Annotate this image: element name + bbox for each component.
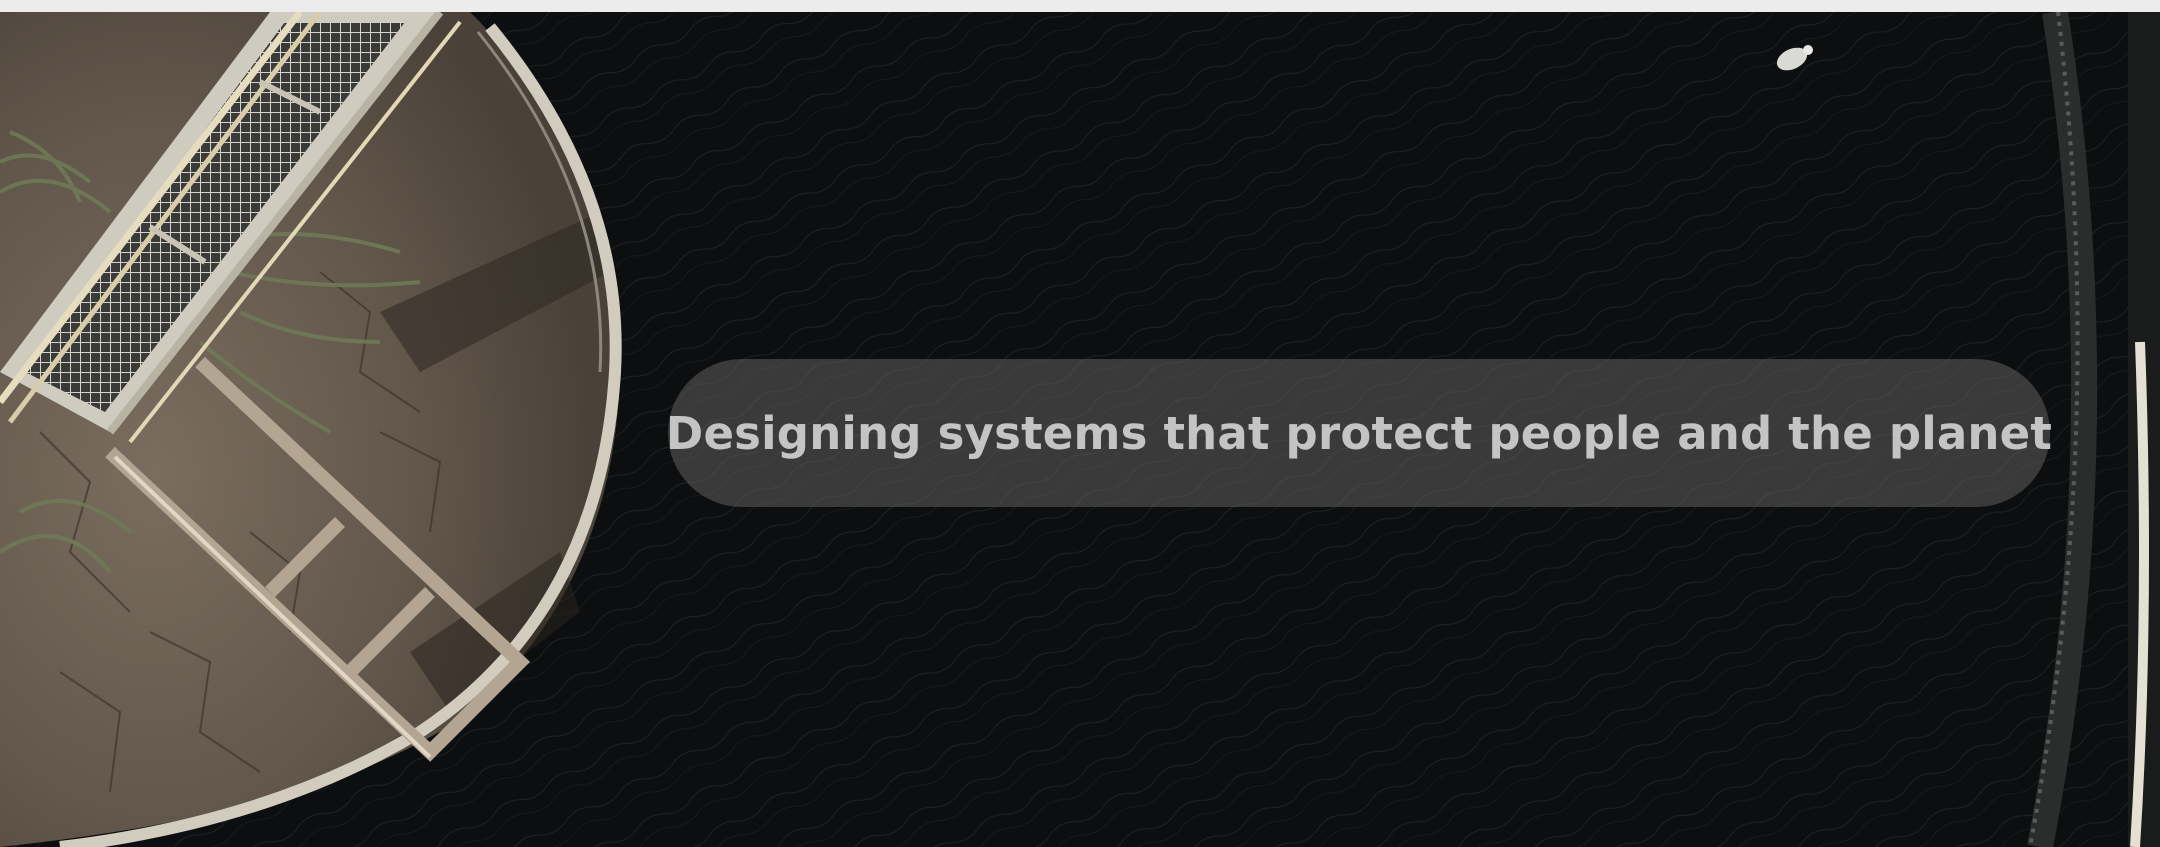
hero-banner: Designing systems that protect people an… [0, 12, 2160, 847]
tagline-pill: Designing systems that protect people an… [665, 359, 2053, 507]
page-top-strip [0, 0, 2160, 12]
hero-tagline: Designing systems that protect people an… [665, 406, 2053, 460]
